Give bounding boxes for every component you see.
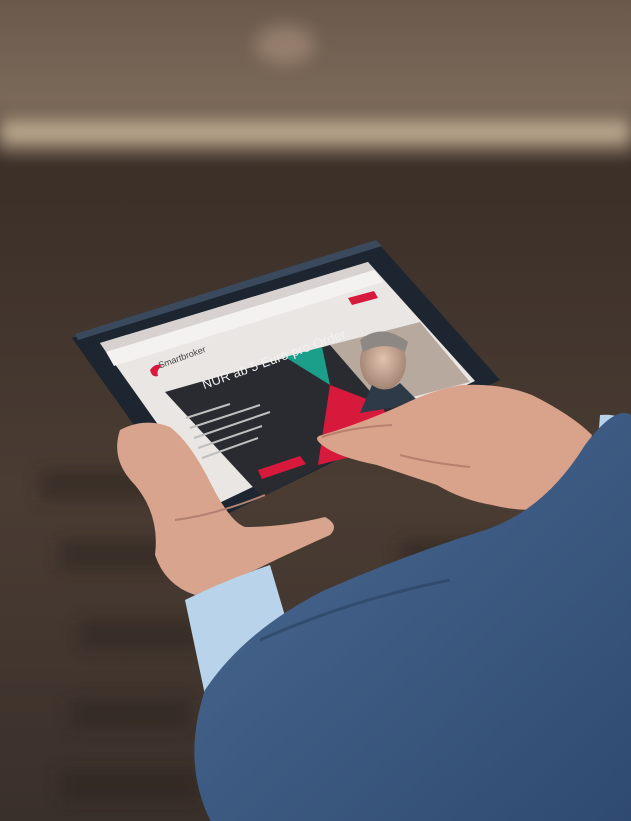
photo-scene <box>0 0 631 821</box>
photo <box>0 0 631 821</box>
